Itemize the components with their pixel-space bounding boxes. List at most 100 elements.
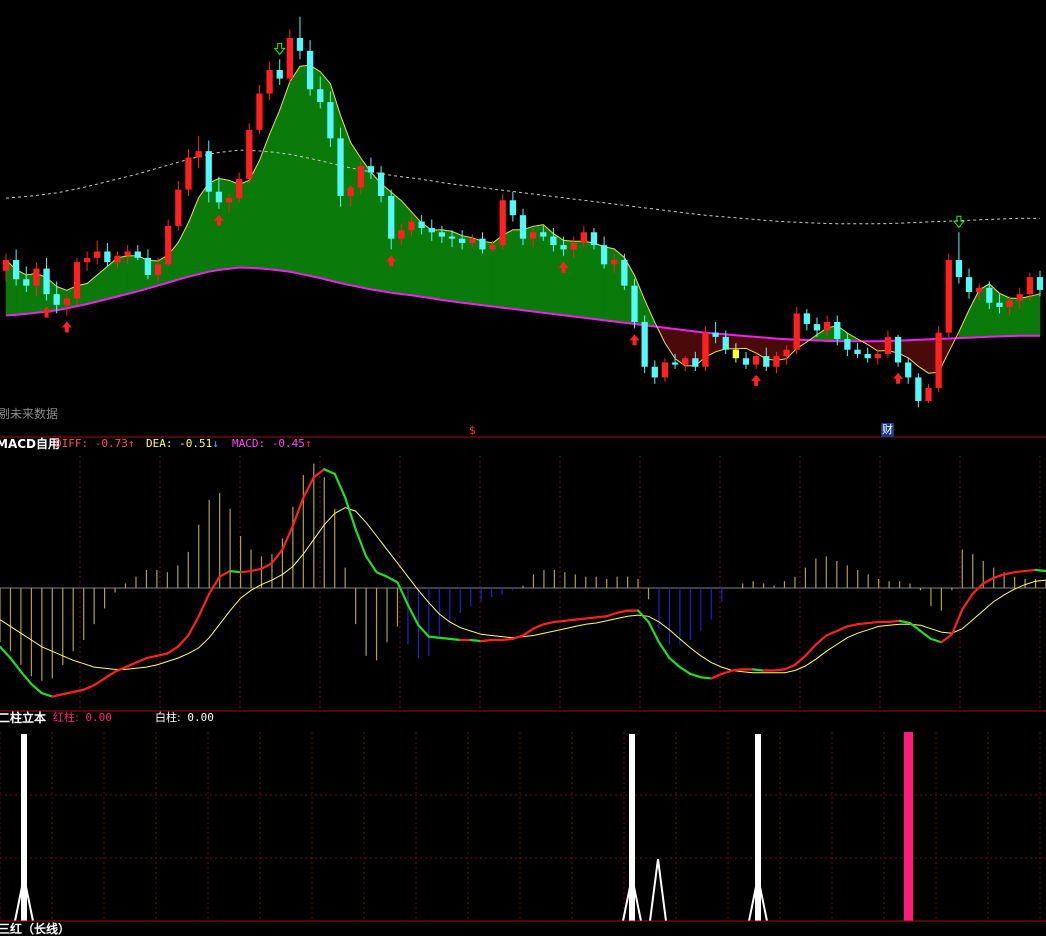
diff-line-segment [1034,568,1046,573]
ma-cloud-segment [421,222,433,299]
diff-line-segment [72,688,85,694]
candle-body [124,251,131,256]
candle-body [550,236,557,246]
candle-body [894,336,902,363]
candle-body [965,277,973,293]
dea-value: -0.51 [179,437,213,450]
macd-value-readout: MACD: -0.45↑ [232,437,312,451]
diff-line-segment [584,616,598,620]
diff-line-segment [804,643,817,657]
diff-line-segment [992,573,1006,579]
diff-line-segment [940,633,953,644]
candle-body [712,332,719,337]
diff-line-segment [124,661,138,669]
macd-indicator-name[interactable]: MACD自用 [0,437,60,451]
red-pillar-value: 0.00 [85,711,112,724]
sell-arrow-icon [273,42,286,56]
buy-arrow-icon [751,374,762,386]
candle-body [692,358,699,367]
candle-body [499,200,506,246]
diff-line-segment [678,666,692,676]
candle-body [854,349,861,354]
diff-line-segment [699,676,713,680]
ma-cloud-segment [259,134,270,270]
diff-line-segment [825,629,838,637]
footer-indicator-name[interactable]: 三红（长线） [0,922,70,936]
candle-body [317,89,324,103]
white-pillar-bar [21,734,27,921]
diff-line-segment [51,693,64,698]
macd-up-arrow: ↑ [304,437,312,450]
white-pillar-label: 白柱: [155,711,181,724]
candle-body [986,287,993,303]
candle-body [256,93,263,130]
candle-body [641,321,648,367]
candle-body [864,353,871,359]
event-marker-finance[interactable]: 财 [881,423,894,437]
macd-dea-readout: DEA: -0.51↓ [146,437,219,451]
white-pillar-bar [755,734,761,921]
diff-line-segment [187,615,200,637]
diff-line-segment [134,656,148,664]
diff-line-segment [438,636,451,640]
diff-line-segment [176,634,190,648]
candle-body [23,279,30,286]
diff-line-segment [218,569,232,578]
ma-cloud-segment [522,225,534,312]
candle-body [742,358,750,365]
ma-cloud-segment [289,65,301,275]
ma-cloud-segment [583,240,595,320]
ma-cloud-segment [1029,293,1041,337]
diff-line-segment [333,472,347,499]
candle-body [671,362,679,365]
candle-body [63,298,70,305]
candle-body [874,353,881,359]
red-pillar-label: 红柱: [53,711,79,724]
candle-body [813,324,821,331]
event-marker-dollar[interactable]: $ [469,424,476,438]
diff-line-segment [365,555,378,574]
candle-body [154,264,162,275]
diff-line-segment [772,668,786,672]
diff-line-segment [103,670,117,680]
diff-line-segment [542,620,556,626]
pillar-panel [0,732,1046,922]
ma-cloud-segment [563,240,574,317]
pillar-indicator-name[interactable]: 二柱立本 [0,711,46,725]
candle-body [479,238,486,250]
dea-down-arrow: ↓ [212,437,219,450]
candle-body [185,157,192,190]
candle-body [976,287,983,293]
diff-line-segment [344,496,357,531]
dea-label: DEA: [146,437,173,450]
diff-line-segment [856,621,870,626]
candle-body [2,260,10,271]
ma-cloud-segment [299,65,311,277]
candle-body [357,166,364,188]
white-pillar-readout: 白柱: 0.00 [155,711,214,725]
candle-body [844,339,851,350]
candle-body [945,260,952,333]
ma-cloud-segment [198,182,209,275]
diff-line-segment [197,592,211,618]
diff-line-segment [835,625,849,633]
diff-line-segment [908,621,922,633]
candle-body [337,138,344,196]
diff-up-arrow: ↑ [127,437,135,450]
macd-label: MACD: [232,437,266,450]
candle-body [600,245,608,265]
ma-cloud-segment [441,229,453,302]
diff-line-segment [553,619,566,624]
diff-line-segment [668,656,682,669]
candle-body [388,195,395,239]
candle-body [418,221,425,229]
diff-line-segment [260,562,274,570]
diff-line-segment [657,641,671,660]
candle-body [631,285,638,322]
diff-line-segment [82,684,96,691]
buy-arrow-icon [61,321,72,333]
diff-line-segment [752,668,765,672]
chart-canvas [0,16,1046,922]
candle-body [935,332,942,389]
candle-body [773,356,780,367]
